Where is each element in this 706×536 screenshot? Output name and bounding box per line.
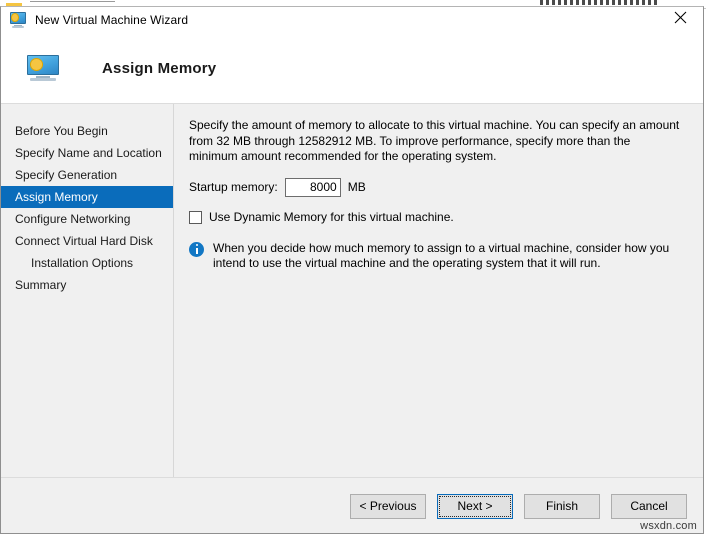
- startup-memory-label: Startup memory:: [189, 180, 278, 194]
- dialog-body: Before You Begin Specify Name and Locati…: [1, 104, 703, 477]
- sidebar-item-before-you-begin[interactable]: Before You Begin: [1, 120, 173, 142]
- dynamic-memory-label: Use Dynamic Memory for this virtual mach…: [209, 209, 454, 224]
- wizard-step-list: Before You Begin Specify Name and Locati…: [1, 104, 174, 477]
- startup-memory-row: Startup memory: MB: [189, 177, 681, 197]
- sidebar-item-specify-name-and-location[interactable]: Specify Name and Location: [1, 142, 173, 164]
- info-note-text: When you decide how much memory to assig…: [213, 240, 670, 271]
- description-text: Specify the amount of memory to allocate…: [189, 118, 680, 163]
- main-content: Specify the amount of memory to allocate…: [174, 104, 703, 477]
- sidebar-item-connect-virtual-hard-disk[interactable]: Connect Virtual Hard Disk: [1, 230, 173, 252]
- startup-memory-input[interactable]: [284, 177, 341, 197]
- page-header: Assign Memory: [1, 33, 703, 104]
- sidebar-item-installation-options[interactable]: Installation Options: [1, 252, 173, 274]
- finish-button[interactable]: Finish: [524, 494, 600, 519]
- startup-memory-unit: MB: [347, 180, 366, 194]
- sidebar-item-summary[interactable]: Summary: [1, 274, 173, 296]
- background-window-line: [30, 1, 115, 2]
- dynamic-memory-checkbox[interactable]: [189, 210, 202, 224]
- previous-button[interactable]: < Previous: [350, 494, 426, 519]
- sidebar-item-assign-memory[interactable]: Assign Memory: [1, 186, 173, 208]
- watermark: wsxdn.com: [640, 520, 697, 532]
- page-title: Assign Memory: [102, 59, 217, 77]
- virtual-machine-monitor-icon: [10, 12, 26, 28]
- titlebar: New Virtual Machine Wizard: [1, 7, 703, 33]
- info-icon: [189, 241, 204, 257]
- background-window-text-fragment: [540, 0, 660, 5]
- dynamic-memory-row[interactable]: Use Dynamic Memory for this virtual mach…: [189, 210, 681, 225]
- next-button[interactable]: Next >: [437, 494, 513, 519]
- sidebar-item-specify-generation[interactable]: Specify Generation: [1, 164, 173, 186]
- cancel-button[interactable]: Cancel: [611, 494, 687, 519]
- sidebar-item-configure-networking[interactable]: Configure Networking: [1, 208, 173, 230]
- virtual-machine-monitor-icon: [27, 55, 59, 81]
- close-icon[interactable]: [657, 1, 703, 33]
- new-virtual-machine-wizard-window: New Virtual Machine Wizard Assign Memory…: [0, 6, 704, 534]
- dialog-footer: < Previous Next > Finish Cancel wsxdn.co…: [1, 477, 703, 533]
- window-title: New Virtual Machine Wizard: [35, 13, 189, 27]
- info-note: When you decide how much memory to assig…: [189, 241, 681, 272]
